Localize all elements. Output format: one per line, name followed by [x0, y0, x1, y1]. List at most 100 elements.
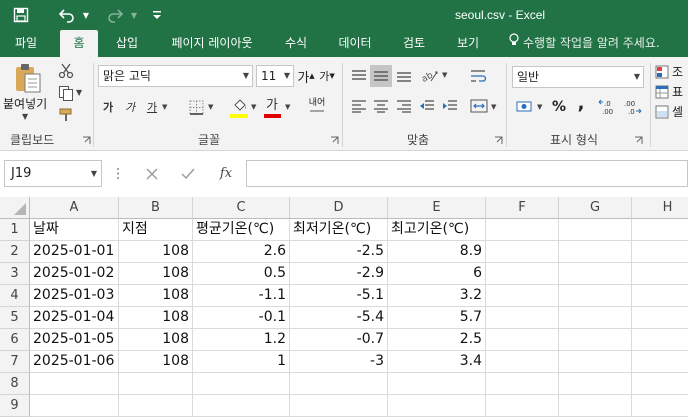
- cut-icon[interactable]: [56, 61, 76, 81]
- cell-b2[interactable]: 108: [119, 241, 193, 263]
- name-box[interactable]: J19 ▼: [4, 160, 102, 187]
- column-header-c[interactable]: C: [193, 197, 290, 219]
- cell-c8[interactable]: [193, 373, 290, 395]
- phonetic-button[interactable]: 내어: [306, 95, 328, 117]
- merge-dropdown-icon[interactable]: ▼: [491, 103, 496, 111]
- cell-b3[interactable]: 108: [119, 263, 193, 285]
- tab-insert[interactable]: 삽입: [106, 30, 148, 57]
- align-middle-icon[interactable]: [370, 65, 392, 87]
- cell-e3[interactable]: 6: [388, 263, 486, 285]
- copy-icon[interactable]: [56, 83, 76, 103]
- paste-dropdown-icon[interactable]: ▼: [22, 112, 28, 121]
- percent-button[interactable]: %: [550, 97, 568, 117]
- font-launcher-icon[interactable]: [330, 134, 339, 144]
- cell-c5[interactable]: -0.1: [193, 307, 290, 329]
- orientation-icon[interactable]: ab: [418, 65, 442, 87]
- cell-f7[interactable]: [486, 351, 559, 373]
- insert-function-button[interactable]: fx: [208, 160, 244, 187]
- enter-icon[interactable]: [170, 160, 206, 187]
- paste-button[interactable]: 붙여넣기: [3, 95, 47, 112]
- cell-b7[interactable]: 108: [119, 351, 193, 373]
- clipboard-launcher-icon[interactable]: [82, 134, 91, 144]
- comma-button[interactable]: ,: [574, 93, 588, 114]
- cell-a3[interactable]: 2025-01-02: [30, 263, 119, 285]
- format-painter-icon[interactable]: [56, 105, 76, 125]
- cell-f9[interactable]: [486, 395, 559, 417]
- formula-input[interactable]: [246, 160, 688, 187]
- column-header-d[interactable]: D: [290, 197, 388, 219]
- wrap-text-icon[interactable]: [468, 65, 490, 87]
- cell-f8[interactable]: [486, 373, 559, 395]
- fill-color-dropdown-icon[interactable]: ▼: [251, 103, 256, 111]
- cell-c6[interactable]: 1.2: [193, 329, 290, 351]
- cell-g2[interactable]: [559, 241, 632, 263]
- cell-c2[interactable]: 2.6: [193, 241, 290, 263]
- row-header-2[interactable]: 2: [0, 241, 30, 263]
- formula-bar-grip-icon[interactable]: [116, 165, 120, 182]
- cell-d3[interactable]: -2.9: [290, 263, 388, 285]
- cell-d5[interactable]: -5.4: [290, 307, 388, 329]
- row-header-4[interactable]: 4: [0, 285, 30, 307]
- cell-h3[interactable]: [632, 263, 688, 285]
- cell-h9[interactable]: [632, 395, 688, 417]
- cell-c4[interactable]: -1.1: [193, 285, 290, 307]
- cell-g5[interactable]: [559, 307, 632, 329]
- column-header-f[interactable]: F: [486, 197, 559, 219]
- number-format-combo[interactable]: 일반 ▼: [512, 66, 644, 88]
- font-color-button[interactable]: 가: [262, 93, 282, 113]
- cell-h2[interactable]: [632, 241, 688, 263]
- tab-home[interactable]: 홈: [60, 30, 98, 57]
- cell-h1[interactable]: [632, 219, 688, 241]
- cell-g1[interactable]: [559, 219, 632, 241]
- row-header-9[interactable]: 9: [0, 395, 30, 417]
- cell-d8[interactable]: [290, 373, 388, 395]
- cancel-icon[interactable]: [134, 160, 170, 187]
- alignment-launcher-icon[interactable]: [494, 134, 503, 144]
- row-header-7[interactable]: 7: [0, 351, 30, 373]
- redo-icon[interactable]: [100, 0, 130, 30]
- cell-f2[interactable]: [486, 241, 559, 263]
- cell-g4[interactable]: [559, 285, 632, 307]
- cell-h6[interactable]: [632, 329, 688, 351]
- fill-color-icon[interactable]: [230, 95, 250, 115]
- cell-h4[interactable]: [632, 285, 688, 307]
- format-as-table-button[interactable]: 표: [655, 83, 683, 100]
- increase-indent-icon[interactable]: [439, 95, 461, 117]
- save-icon[interactable]: [6, 0, 36, 30]
- column-header-b[interactable]: B: [119, 197, 193, 219]
- cell-g9[interactable]: [559, 395, 632, 417]
- accounting-format-icon[interactable]: [514, 97, 536, 117]
- tab-review[interactable]: 검토: [392, 30, 436, 57]
- customize-toolbar-icon[interactable]: [148, 0, 166, 30]
- number-launcher-icon[interactable]: [634, 134, 643, 144]
- undo-icon[interactable]: [52, 0, 82, 30]
- cell-f5[interactable]: [486, 307, 559, 329]
- copy-dropdown-icon[interactable]: ▼: [76, 88, 82, 97]
- cell-a1[interactable]: 날짜: [30, 219, 119, 241]
- cell-a6[interactable]: 2025-01-05: [30, 329, 119, 351]
- bold-button[interactable]: 가: [100, 97, 116, 117]
- conditional-formatting-button[interactable]: 조: [655, 63, 683, 80]
- font-size-combo[interactable]: 11 ▼: [256, 65, 294, 87]
- cell-f3[interactable]: [486, 263, 559, 285]
- cell-e2[interactable]: 8.9: [388, 241, 486, 263]
- align-top-icon[interactable]: [348, 65, 370, 87]
- cell-h5[interactable]: [632, 307, 688, 329]
- tab-file[interactable]: 파일: [4, 30, 48, 57]
- accounting-dropdown-icon[interactable]: ▼: [537, 103, 542, 111]
- borders-dropdown-icon[interactable]: ▼: [208, 103, 213, 111]
- font-name-combo[interactable]: 맑은 고딕 ▼: [98, 65, 253, 87]
- merge-center-icon[interactable]: [468, 95, 490, 117]
- cell-a7[interactable]: 2025-01-06: [30, 351, 119, 373]
- cell-h8[interactable]: [632, 373, 688, 395]
- tab-view[interactable]: 보기: [447, 30, 489, 57]
- cell-g7[interactable]: [559, 351, 632, 373]
- align-center-icon[interactable]: [370, 95, 392, 117]
- cell-d9[interactable]: [290, 395, 388, 417]
- tab-data[interactable]: 데이터: [330, 30, 380, 57]
- column-header-e[interactable]: E: [388, 197, 486, 219]
- cell-e6[interactable]: 2.5: [388, 329, 486, 351]
- row-header-6[interactable]: 6: [0, 329, 30, 351]
- cell-b5[interactable]: 108: [119, 307, 193, 329]
- cell-e5[interactable]: 5.7: [388, 307, 486, 329]
